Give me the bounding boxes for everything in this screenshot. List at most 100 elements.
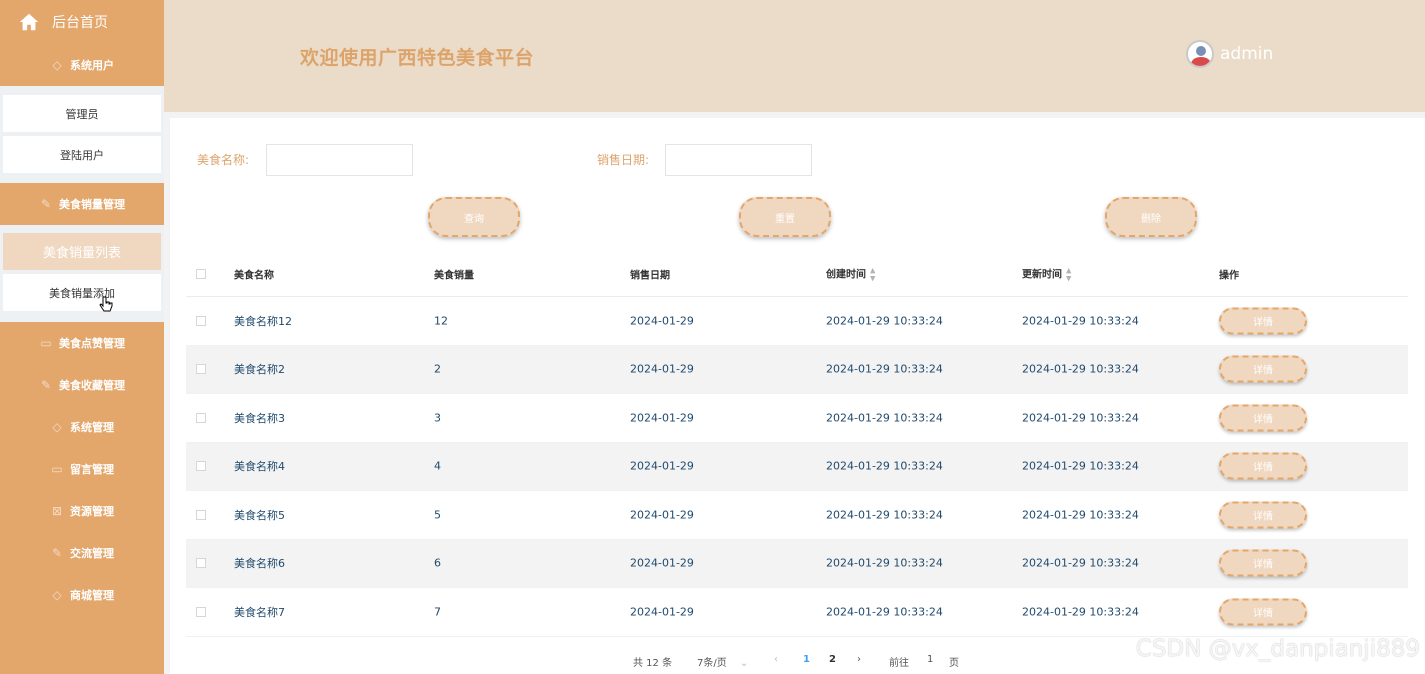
detail-button[interactable]: 详情 bbox=[1219, 307, 1307, 335]
submenu-item-sales-list[interactable]: 美食销量列表 bbox=[3, 233, 161, 270]
menu-resource-management[interactable]: ⊠ 资源管理 bbox=[0, 490, 164, 532]
row-checkbox[interactable] bbox=[196, 315, 206, 326]
menu-sales-management[interactable]: ✎ 美食销量管理 bbox=[0, 183, 164, 225]
reset-button[interactable]: 重置 bbox=[739, 197, 831, 237]
detail-button[interactable]: 详情 bbox=[1219, 355, 1307, 383]
submenu-sales: 美食销量列表 美食销量添加 bbox=[0, 225, 164, 322]
detail-button[interactable]: 详情 bbox=[1219, 404, 1307, 432]
food-name-input[interactable] bbox=[266, 144, 413, 176]
cell-updated: 2024-01-29 10:33:24 bbox=[1022, 459, 1139, 473]
cell-created: 2024-01-29 10:33:24 bbox=[826, 556, 943, 570]
cell-sale-date: 2024-01-29 bbox=[630, 314, 694, 328]
cell-food-name: 美食名称5 bbox=[234, 508, 285, 522]
close-box-icon: ⊠ bbox=[51, 504, 63, 518]
header-food-name: 美食名称 bbox=[234, 270, 274, 282]
cell-sales: 6 bbox=[434, 556, 441, 570]
detail-button[interactable]: 详情 bbox=[1219, 549, 1307, 577]
sort-icon[interactable]: ▲ ▼ bbox=[870, 267, 875, 283]
select-all-checkbox[interactable] bbox=[196, 269, 206, 279]
submenu-item-login-users[interactable]: 登陆用户 bbox=[3, 136, 161, 173]
cell-updated: 2024-01-29 10:33:24 bbox=[1022, 362, 1139, 376]
chevron-down-icon: ⌄ bbox=[739, 658, 749, 669]
row-checkbox[interactable] bbox=[196, 558, 206, 569]
menu-label: 美食收藏管理 bbox=[59, 379, 125, 392]
menu-message-management[interactable]: ▭ 留言管理 bbox=[0, 448, 164, 490]
cell-created: 2024-01-29 10:33:24 bbox=[826, 314, 943, 328]
diamond-icon: ◇ bbox=[52, 588, 62, 602]
cell-created: 2024-01-29 10:33:24 bbox=[826, 605, 943, 619]
edit-icon: ✎ bbox=[40, 197, 52, 211]
food-name-label: 美食名称: bbox=[197, 153, 250, 167]
watermark: CSDN @vx_danpianji889 bbox=[1135, 636, 1420, 662]
sort-icon[interactable]: ▲ ▼ bbox=[1066, 267, 1071, 283]
cell-sales: 4 bbox=[434, 459, 441, 473]
header-created[interactable]: 创建时间 ▲ ▼ bbox=[826, 266, 875, 283]
cell-sale-date: 2024-01-29 bbox=[630, 605, 694, 619]
menu-favorites-management[interactable]: ✎ 美食收藏管理 bbox=[0, 364, 164, 406]
table-row: 美食名称3 3 2024-01-29 2024-01-29 10:33:24 2024-… bbox=[186, 394, 1408, 443]
cell-updated: 2024-01-29 10:33:24 bbox=[1022, 605, 1139, 619]
page-1[interactable]: 1 bbox=[803, 654, 810, 665]
username: admin bbox=[1220, 44, 1274, 64]
cell-sale-date: 2024-01-29 bbox=[630, 362, 694, 376]
cell-updated: 2024-01-29 10:33:24 bbox=[1022, 411, 1139, 425]
menu-system-users[interactable]: ◇ 系统用户 bbox=[0, 44, 164, 86]
cell-sales: 5 bbox=[434, 508, 441, 522]
app-root: 后台首页 ◇ 系统用户 管理员 登陆用户 ✎ 美食销量管理 美食销量列表 美食销… bbox=[0, 0, 1425, 674]
table-row: 美食名称7 7 2024-01-29 2024-01-29 10:33:24 2024-… bbox=[186, 588, 1408, 637]
chart-icon: ▭ bbox=[51, 462, 63, 476]
menu-label: 系统用户 bbox=[70, 59, 114, 72]
home-icon bbox=[19, 13, 39, 31]
menu-label: 资源管理 bbox=[70, 505, 114, 518]
row-checkbox[interactable] bbox=[196, 412, 206, 423]
row-checkbox[interactable] bbox=[196, 364, 206, 375]
hand-cursor-icon bbox=[99, 296, 113, 312]
query-button[interactable]: 查询 bbox=[428, 197, 520, 237]
header-updated-label: 更新时间 bbox=[1022, 269, 1062, 281]
menu-mall-management[interactable]: ◇ 商城管理 bbox=[0, 574, 164, 616]
goto-prefix: 前往 bbox=[889, 658, 909, 669]
avatar bbox=[1186, 40, 1214, 68]
submenu-item-sales-add[interactable]: 美食销量添加 bbox=[3, 274, 161, 311]
table-row: 美食名称5 5 2024-01-29 2024-01-29 10:33:24 2024-… bbox=[186, 491, 1408, 540]
pager-size-select[interactable]: 7条/页 ⌄ bbox=[697, 654, 748, 669]
detail-button[interactable]: 详情 bbox=[1219, 598, 1307, 626]
cell-operation: 详情 bbox=[1219, 307, 1307, 335]
detail-button[interactable]: 详情 bbox=[1219, 501, 1307, 529]
row-checkbox[interactable] bbox=[196, 461, 206, 472]
delete-button[interactable]: 删除 bbox=[1105, 197, 1197, 237]
row-checkbox[interactable] bbox=[196, 606, 206, 617]
user-menu[interactable]: admin bbox=[1186, 40, 1273, 68]
table-row: 美食名称2 2 2024-01-29 2024-01-29 10:33:24 2024-… bbox=[186, 345, 1408, 394]
header-created-label: 创建时间 bbox=[826, 269, 866, 281]
chart-icon: ▭ bbox=[40, 336, 52, 350]
page-2[interactable]: 2 bbox=[829, 654, 836, 665]
table-row: 美食名称4 4 2024-01-29 2024-01-29 10:33:24 2024-… bbox=[186, 442, 1408, 491]
cell-created: 2024-01-29 10:33:24 bbox=[826, 362, 943, 376]
header: 欢迎使用广西特色美食平台 admin bbox=[164, 0, 1425, 112]
cell-food-name: 美食名称2 bbox=[234, 363, 285, 377]
sale-date-label: 销售日期: bbox=[597, 153, 650, 167]
prev-page-icon[interactable]: ‹ bbox=[774, 654, 778, 665]
menu-label: 交流管理 bbox=[70, 547, 114, 560]
cell-created: 2024-01-29 10:33:24 bbox=[826, 411, 943, 425]
menu-system-management[interactable]: ◇ 系统管理 bbox=[0, 406, 164, 448]
cell-sales: 3 bbox=[434, 411, 441, 425]
header-operation: 操作 bbox=[1219, 270, 1239, 282]
sale-date-input[interactable] bbox=[665, 144, 812, 176]
detail-button[interactable]: 详情 bbox=[1219, 452, 1307, 480]
goto-input[interactable]: 1 bbox=[927, 654, 933, 665]
row-checkbox[interactable] bbox=[196, 509, 206, 520]
menu-label: 留言管理 bbox=[70, 463, 114, 476]
submenu-item-admin[interactable]: 管理员 bbox=[3, 95, 161, 132]
next-page-icon[interactable]: › bbox=[857, 654, 861, 665]
header-updated[interactable]: 更新时间 ▲ ▼ bbox=[1022, 266, 1071, 283]
menu-likes-management[interactable]: ▭ 美食点赞管理 bbox=[0, 322, 164, 364]
table-row: 美食名称12 12 2024-01-29 2024-01-29 10:33:24 202… bbox=[186, 297, 1408, 346]
menu-exchange-management[interactable]: ✎ 交流管理 bbox=[0, 532, 164, 574]
header-sales: 美食销量 bbox=[434, 270, 474, 282]
header-sale-date: 销售日期 bbox=[630, 270, 670, 282]
cell-operation: 详情 bbox=[1219, 501, 1307, 529]
cell-updated: 2024-01-29 10:33:24 bbox=[1022, 314, 1139, 328]
home-link[interactable]: 后台首页 bbox=[0, 0, 164, 44]
